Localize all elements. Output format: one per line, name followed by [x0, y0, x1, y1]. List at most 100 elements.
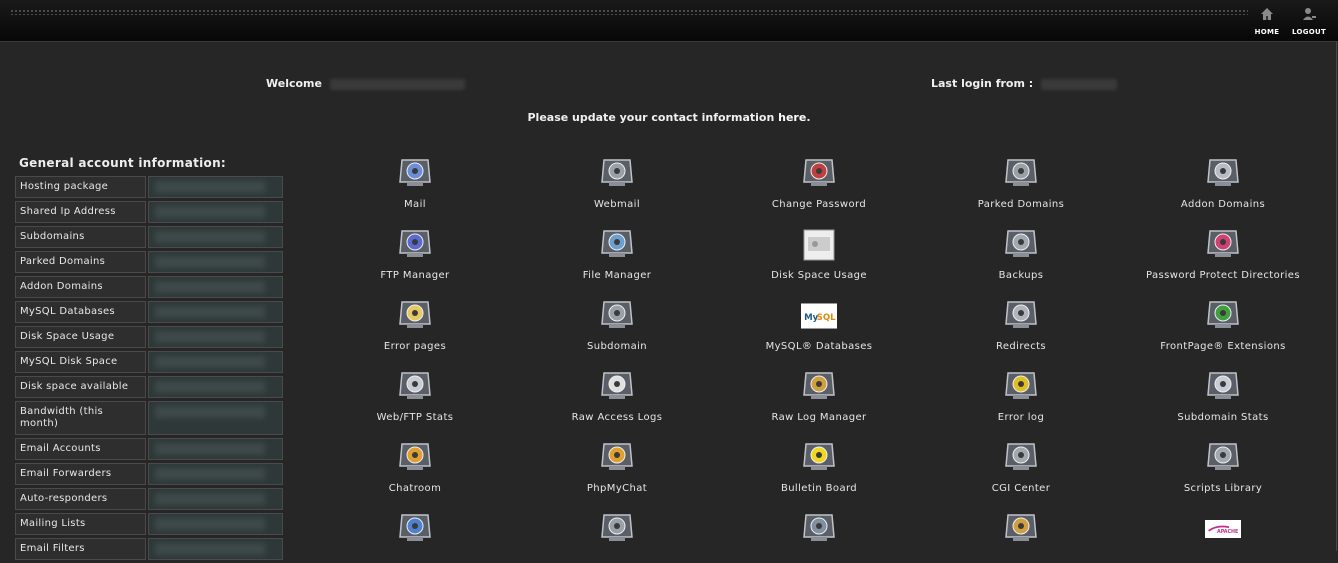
info-value-redacted [148, 513, 283, 535]
error-pages-link[interactable]: Error pages [320, 298, 510, 352]
svg-text:APACHE: APACHE [1217, 529, 1238, 535]
redirects-link[interactable]: Redirects [926, 298, 1116, 352]
welcome-line: Welcome [266, 77, 465, 90]
disk-space-label: Disk Space Usage [771, 270, 867, 281]
change-password-icon [801, 156, 837, 192]
contact-update-notice: Please update your contact information h… [0, 111, 1338, 124]
file-manager-label: File Manager [582, 270, 652, 281]
apache-link[interactable]: APACHE [1128, 511, 1318, 547]
gear-tools-icon [1003, 511, 1039, 547]
info-row: Subdomains [15, 226, 285, 248]
password-protect-icon [1205, 227, 1241, 263]
last-login-line: Last login from : [931, 77, 1118, 90]
backups-label: Backups [998, 270, 1044, 281]
logout-button[interactable]: LOGOUT [1289, 6, 1329, 36]
frontpage-label: FrontPage® Extensions [1160, 341, 1286, 352]
user-logout-icon [1303, 8, 1316, 20]
logout-label: LOGOUT [1291, 28, 1327, 36]
cgi-center-link[interactable]: CGI Center [926, 440, 1116, 494]
info-row: Email Filters [15, 538, 285, 560]
change-password-label: Change Password [771, 199, 867, 210]
backups-icon [1003, 227, 1039, 263]
info-label: Addon Domains [15, 276, 146, 298]
info-label: Disk space available [15, 376, 146, 398]
svg-text:SQL: SQL [817, 313, 836, 323]
subdomain-stats-link[interactable]: Subdomain Stats [1128, 369, 1318, 423]
info-row: Disk Space Usage [15, 326, 285, 348]
info-row: MySQL Databases [15, 301, 285, 323]
scripts-library-label: Scripts Library [1183, 483, 1263, 494]
info-row: Bandwidth (this month) [15, 401, 285, 435]
stats-link[interactable]: Web/FTP Stats [320, 369, 510, 423]
webmail-icon [599, 156, 635, 192]
disk-space-icon [801, 227, 837, 263]
last-login-label: Last login from : [931, 77, 1034, 90]
raw-log-manager-icon [801, 369, 837, 405]
chatroom-link[interactable]: Chatroom [320, 440, 510, 494]
ftp-manager-link[interactable]: FTP Manager [320, 227, 510, 281]
raw-logs-label: Raw Access Logs [571, 412, 663, 423]
parked-domains-link[interactable]: Parked Domains [926, 156, 1116, 210]
change-password-link[interactable]: Change Password [724, 156, 914, 210]
frontpage-link[interactable]: FrontPage® Extensions [1128, 298, 1318, 352]
decorative-dots [10, 9, 1248, 15]
contact-info-link[interactable]: here [778, 111, 806, 124]
info-value-redacted [148, 438, 283, 460]
mail-link[interactable]: Mail [320, 156, 510, 210]
bulletin-board-link[interactable]: Bulletin Board [724, 440, 914, 494]
error-log-icon [1003, 369, 1039, 405]
info-value-redacted [148, 176, 283, 198]
cgi-center-icon [1003, 440, 1039, 476]
info-value-redacted [148, 463, 283, 485]
mysql-link[interactable]: My SQL MySQL® Databases [724, 298, 914, 352]
scripts-library-link[interactable]: Scripts Library [1128, 440, 1318, 494]
webmail-link[interactable]: Webmail [522, 156, 712, 210]
home-icon [1261, 8, 1273, 20]
raw-log-manager-link[interactable]: Raw Log Manager [724, 369, 914, 423]
bulletin-board-icon [801, 440, 837, 476]
info-value-redacted [148, 401, 283, 435]
redirects-icon [1003, 298, 1039, 334]
raw-logs-link[interactable]: Raw Access Logs [522, 369, 712, 423]
info-value-redacted [148, 251, 283, 273]
mail-icon [397, 156, 433, 192]
gear-tools-link[interactable] [926, 511, 1116, 547]
info-label: Disk Space Usage [15, 326, 146, 348]
disk-space-link[interactable]: Disk Space Usage [724, 227, 914, 281]
stats-label: Web/FTP Stats [376, 412, 454, 423]
error-log-link[interactable]: Error log [926, 369, 1116, 423]
info-label: Email Filters [15, 538, 146, 560]
subdomain-icon [599, 298, 635, 334]
info-row: Hosting package [15, 176, 285, 198]
info-label: Mailing Lists [15, 513, 146, 535]
phpmychat-link[interactable]: PhpMyChat [522, 440, 712, 494]
ip-redacted [1041, 78, 1118, 90]
shopping-cart-icon [397, 511, 433, 547]
info-value-redacted [148, 201, 283, 223]
network-tools-link[interactable] [724, 511, 914, 547]
backups-link[interactable]: Backups [926, 227, 1116, 281]
info-value-redacted [148, 488, 283, 510]
info-value-redacted [148, 538, 283, 560]
addon-domains-link[interactable]: Addon Domains [1128, 156, 1318, 210]
cron-jobs-link[interactable] [522, 511, 712, 547]
home-button[interactable]: HOME [1247, 6, 1287, 36]
chatroom-icon [397, 440, 433, 476]
shopping-cart-link[interactable] [320, 511, 510, 547]
info-label: Hosting package [15, 176, 146, 198]
info-value-redacted [148, 376, 283, 398]
subdomain-link[interactable]: Subdomain [522, 298, 712, 352]
info-value-redacted [148, 326, 283, 348]
notice-text: Please update your contact information [527, 111, 779, 124]
info-value-redacted [148, 351, 283, 373]
info-row: Parked Domains [15, 251, 285, 273]
mysql-logo: My SQL [801, 298, 837, 334]
password-protect-link[interactable]: Password Protect Directories [1128, 227, 1318, 281]
password-protect-label: Password Protect Directories [1146, 270, 1300, 281]
apache-logo: APACHE [1205, 511, 1241, 547]
info-value-redacted [148, 276, 283, 298]
file-manager-link[interactable]: File Manager [522, 227, 712, 281]
info-label: MySQL Disk Space [15, 351, 146, 373]
error-pages-icon [397, 298, 433, 334]
info-row: Email Accounts [15, 438, 285, 460]
